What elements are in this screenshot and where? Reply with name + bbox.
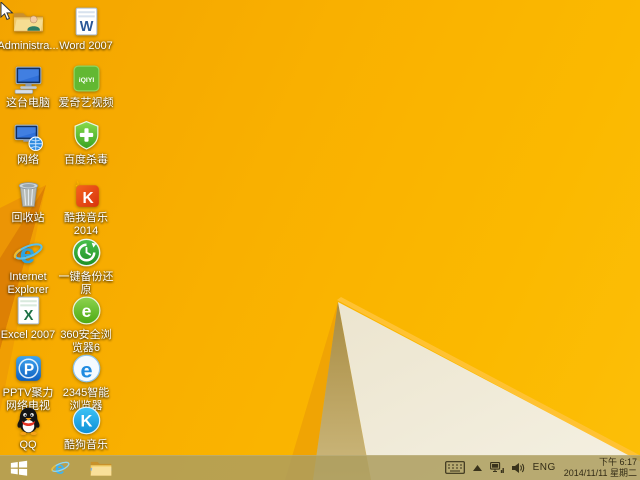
taskbar-ie-button[interactable]: e — [47, 455, 73, 480]
svg-text:P: P — [23, 362, 33, 379]
svg-text:e: e — [19, 238, 34, 269]
iqiyi-icon: iQIYI — [73, 65, 99, 92]
icon-label: 网络 — [17, 154, 39, 166]
file-explorer-icon — [90, 461, 112, 476]
recycle-bin-icon — [18, 182, 38, 207]
icon-label: 这台电脑 — [6, 97, 50, 109]
ie-icon: e — [13, 238, 43, 269]
this-pc-icon — [14, 66, 41, 94]
taskbar: e ENG 下午 6:17 2014/11/11 星期二 — [0, 455, 640, 480]
desktop-icon-word-2007[interactable]: W Word 2007 — [58, 5, 114, 53]
desktop-icon-recycle-bin[interactable]: 回收站 — [0, 177, 56, 225]
desktop-icon-internet-explorer[interactable]: e Internet Explorer — [0, 236, 56, 297]
music-note: ♪ — [74, 178, 79, 189]
windows-logo-icon — [10, 460, 28, 476]
volume-icon[interactable] — [511, 462, 525, 474]
kuwo-music-icon: K ♪ — [74, 178, 99, 207]
language-indicator[interactable]: ENG — [533, 462, 556, 473]
svg-text:X: X — [23, 308, 33, 324]
icon-label: 酷我音乐 2014 — [64, 212, 108, 237]
2345-browser-icon: e — [72, 354, 100, 383]
administrator-folder-icon — [13, 13, 43, 32]
desktop-icon-excel-2007[interactable]: X Excel 2007 — [0, 294, 56, 342]
desktop-icon-qq[interactable]: QQ — [0, 404, 56, 452]
icon-label: Excel 2007 — [0, 329, 56, 341]
network-tray-icon[interactable] — [489, 461, 504, 474]
desktop-icon-backup-restore[interactable]: 一键备份还原 — [58, 236, 114, 297]
desktop-icon-kugou-music[interactable]: K 酷狗音乐 — [58, 404, 114, 452]
svg-text:K: K — [82, 190, 94, 207]
clock-time: 下午 6:17 — [598, 456, 637, 467]
word-icon: W — [75, 7, 97, 36]
icon-label: 回收站 — [11, 212, 45, 224]
mouse-cursor — [0, 2, 14, 21]
360-browser-icon: e — [71, 296, 101, 325]
icon-label: 酷狗音乐 — [64, 439, 108, 451]
desktop-icon-network[interactable]: 网络 — [0, 119, 56, 167]
clock[interactable]: 下午 6:17 2014/11/11 星期二 — [564, 457, 637, 479]
excel-icon: X — [17, 296, 39, 325]
touch-keyboard-icon[interactable] — [444, 461, 465, 474]
icon-label: 百度杀毒 — [64, 154, 108, 166]
chevron-up-icon — [472, 464, 482, 471]
qq-penguin-icon — [16, 407, 40, 436]
icon-label: Administra... — [0, 40, 59, 52]
desktop-icon-iqiyi[interactable]: iQIYI 爱奇艺视频 — [58, 62, 114, 110]
network-icon — [14, 124, 43, 151]
pptv-icon: P — [15, 356, 41, 381]
svg-text:e: e — [54, 458, 64, 478]
svg-text:e: e — [81, 301, 91, 321]
show-hidden-icons-button[interactable] — [472, 464, 482, 471]
svg-text:K: K — [80, 413, 92, 431]
icon-label: Word 2007 — [59, 40, 113, 52]
backup-restore-clock-icon — [72, 238, 100, 267]
ie-icon: e — [50, 458, 69, 478]
start-button[interactable] — [6, 455, 32, 480]
taskbar-explorer-button[interactable] — [88, 455, 114, 480]
icon-label: QQ — [19, 439, 37, 451]
svg-text:e: e — [80, 357, 92, 382]
shield-icon — [74, 120, 98, 150]
desktop-icon-baidu-antivirus[interactable]: 百度杀毒 — [58, 119, 114, 167]
desktop-icon-kuwo-music[interactable]: K ♪ 酷我音乐 2014 — [58, 177, 114, 238]
desktop-icon-this-pc[interactable]: 这台电脑 — [0, 62, 56, 110]
svg-text:W: W — [79, 19, 93, 35]
clock-date: 2014/11/11 星期二 — [563, 467, 637, 478]
icon-label: 爱奇艺视频 — [58, 97, 114, 109]
windows-desktop: Administra... W Word 2007 这台电脑 iQIYI 爱奇艺… — [0, 0, 640, 480]
desktop-icon-360-browser[interactable]: e 360安全浏览器6 — [58, 294, 114, 355]
kugou-music-icon: K — [72, 406, 100, 435]
svg-text:iQIYI: iQIYI — [78, 77, 94, 84]
